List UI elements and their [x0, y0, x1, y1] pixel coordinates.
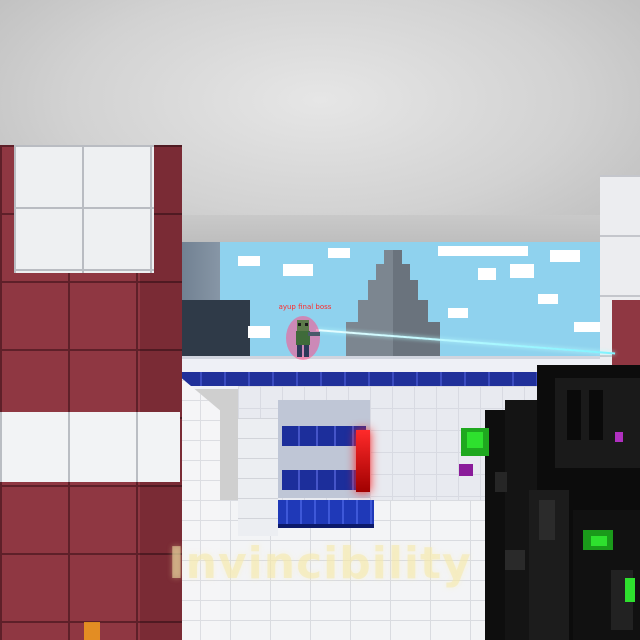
doorway-stripe: [282, 426, 366, 446]
right-pillar-red: [612, 300, 640, 366]
cloud: [283, 264, 313, 276]
left-pillar-white-band: [0, 412, 180, 482]
cloud: [438, 246, 528, 256]
cloud: [238, 256, 260, 266]
game-viewport[interactable]: ayup final boss Invincibility: [0, 0, 640, 640]
cloud: [550, 250, 580, 262]
cloud: [478, 268, 496, 280]
cloud: [248, 326, 270, 338]
ceiling-edge: [150, 215, 620, 245]
distant-building: [178, 300, 250, 360]
sky-window: [178, 242, 612, 360]
doorway-stripe: [282, 470, 366, 490]
red-highlighted-enemy[interactable]: [356, 430, 370, 492]
enemy-nametag: ayup final boss: [278, 303, 332, 311]
cloud: [574, 322, 600, 332]
hud-indicator: [84, 622, 100, 640]
cloud: [448, 308, 468, 318]
enemy-player[interactable]: [286, 314, 320, 360]
white-wall: [238, 418, 278, 536]
cloud: [538, 294, 558, 304]
left-pillar-white-top: [14, 145, 154, 273]
cloud: [510, 264, 534, 278]
weapon-model: [459, 365, 640, 640]
status-effect-text: Invincibility: [168, 538, 472, 589]
